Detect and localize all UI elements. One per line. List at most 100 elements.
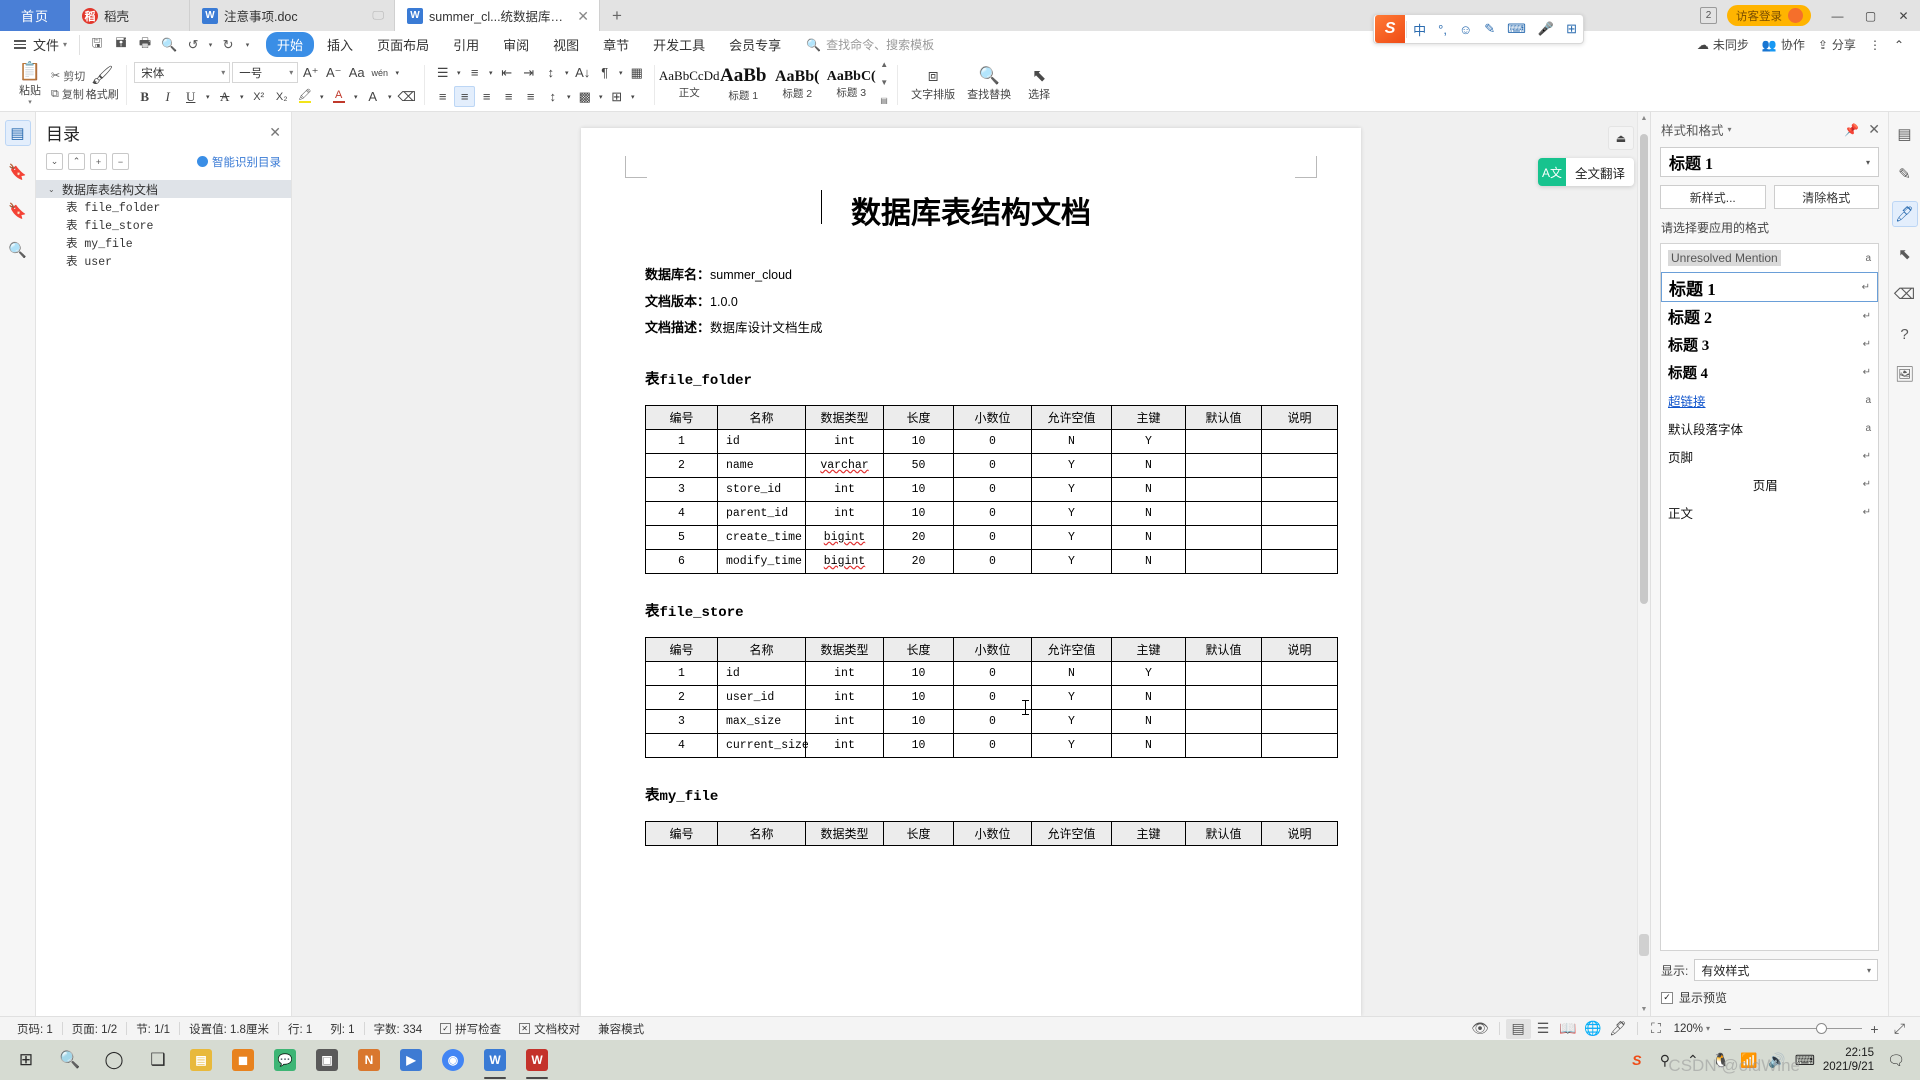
zoom-slider-knob[interactable] [1816,1023,1827,1034]
distribute-icon[interactable]: ≡ [520,86,541,107]
font-size-select[interactable]: 一号 ▾ [232,62,298,83]
fullscreen-icon[interactable]: ⛶ [1644,1019,1669,1039]
zoom-level-button[interactable]: 120% ▾ [1669,1023,1715,1035]
bookmark-nav-icon[interactable]: 🔖 [5,159,31,185]
document-scrollbar[interactable]: ▲ ▼ [1637,112,1650,1016]
sogou-tray-icon[interactable]: S [1623,1040,1651,1080]
tab-start[interactable]: 开始 [266,32,314,57]
taskbar-app-wechat[interactable]: 💬 [264,1040,306,1080]
chevron-up-icon[interactable]: ▲ [880,61,888,69]
style-body[interactable]: AaBbCcDd 正文 [662,61,716,109]
command-search[interactable]: 🔍 查找命令、搜索模板 [806,36,934,53]
new-tab-button[interactable]: + [600,0,634,31]
justify-icon[interactable]: ≡ [498,86,519,107]
scrollbar-page-marker[interactable] [1639,934,1649,956]
status-proofread[interactable]: ✕ 文档校对 [510,1021,589,1037]
text-layout-button[interactable]: ⧈ 文字排版 [905,68,961,102]
edit-tools-icon[interactable]: 🖊 [1892,201,1918,227]
tab-insert[interactable]: 插入 [316,32,364,57]
align-right-icon[interactable]: ≡ [476,86,497,107]
style-item-hyperlink[interactable]: 超链接 a [1661,386,1878,414]
style-item-heading-4[interactable]: 标题 4 ↵ [1661,358,1878,386]
style-heading3[interactable]: AaBbC( 标题 3 [824,61,878,109]
align-left-icon[interactable]: ≡ [432,86,453,107]
save-as-icon[interactable]: 🖬 [110,34,132,55]
chevron-down-icon[interactable]: ▾ [385,86,394,107]
help-icon[interactable]: ? [1892,321,1918,347]
bullets-icon[interactable]: ☰ [432,62,453,83]
increase-font-size-button[interactable]: A⁺ [300,62,321,83]
cortana-circle-icon[interactable]: ◯ [92,1040,136,1080]
zoom-out-button[interactable]: − [1715,1019,1740,1039]
tab-home[interactable]: 首页 [0,0,70,31]
expand-all-icon[interactable]: ⌄ [46,153,63,170]
ime-punctuation-icon[interactable]: °, [1432,15,1453,43]
badge-count[interactable]: 2 [1700,7,1717,24]
show-filter-select[interactable]: 有效样式 ▾ [1694,959,1878,981]
chevron-down-icon[interactable]: ▾ [203,86,212,107]
style-heading2[interactable]: AaBb( 标题 2 [770,61,824,109]
gallery-expand-icon[interactable]: ▤ [880,97,888,105]
tab-document-2[interactable]: W summer_cl...统数据库文档1.1 ✕ [395,0,600,31]
chevron-down-icon[interactable]: ▾ [351,86,360,107]
full-translate-button[interactable]: A文 全文翻译 [1538,158,1634,186]
pin-icon[interactable]: 📌 [1844,123,1859,137]
close-button[interactable]: ✕ [1887,0,1920,31]
collaborate-button[interactable]: 👥 协作 [1762,36,1805,53]
style-item-footer[interactable]: 页脚 ↵ [1661,442,1878,470]
format-painter-button[interactable]: 🖌 格式刷 [85,67,119,102]
chevron-down-icon[interactable]: ▾ [628,86,637,107]
show-marks-icon[interactable]: ¶ [594,62,615,83]
undo-dropdown-icon[interactable]: ▾ [206,34,215,55]
ime-keyboard-icon[interactable]: ⌨ [1501,15,1532,43]
chevron-down-icon[interactable]: ▾ [237,86,246,107]
line-spacing-2-icon[interactable]: ↕ [542,86,563,107]
favorites-icon[interactable]: 🔖 [5,198,31,224]
web-view-icon[interactable]: 🌐 [1581,1019,1606,1039]
pinyin-guide-button[interactable]: wén [369,62,390,83]
document-outline-icon[interactable]: ▤ [5,120,31,146]
outline-view-icon[interactable]: ☰ [1531,1019,1556,1039]
chevron-down-icon[interactable]: ▾ [454,62,463,83]
redo-icon[interactable]: ↻ [217,34,239,55]
sort-icon[interactable]: A↓ [572,62,593,83]
wifi-icon[interactable]: 📶 [1735,1040,1763,1080]
search-icon[interactable]: 🔍 [48,1040,92,1080]
taskbar-app-folder[interactable]: ▤ [180,1040,222,1080]
taskbar-app-navicat[interactable]: N [348,1040,390,1080]
show-preview-checkbox[interactable]: ✓ [1661,992,1673,1004]
people-icon[interactable]: ⚲ [1651,1040,1679,1080]
ime-handwriting-icon[interactable]: ✎ [1478,15,1501,43]
font-color-button[interactable]: A [328,86,349,107]
document-page[interactable]: 数据库表结构文档 数据库名：summer_cloud 文档版本：1.0.0 文档… [581,128,1361,1016]
taskbar-app-ide[interactable]: ▣ [306,1040,348,1080]
ime-tray-icon[interactable]: ⌨ [1791,1040,1819,1080]
file-menu-button[interactable]: 文件 ▾ [6,35,75,54]
tab-page-layout[interactable]: 页面布局 [366,32,440,57]
taskbar-clock[interactable]: 22:15 2021/9/21 [1819,1046,1882,1075]
tab-dev-tools[interactable]: 开发工具 [642,32,716,57]
style-item-body-text[interactable]: 正文 ↵ [1661,498,1878,526]
minimize-button[interactable]: — [1821,0,1854,31]
read-view-icon[interactable]: 📖 [1556,1019,1581,1039]
collapse-all-icon[interactable]: ⌃ [68,153,85,170]
taskbar-app-wps-doc[interactable]: W [474,1040,516,1080]
clear-format-button[interactable]: 清除格式 [1774,185,1880,209]
pen-icon[interactable]: ✎ [1892,161,1918,187]
ime-voice-icon[interactable]: 🎤 [1532,15,1560,43]
task-view-icon[interactable]: ❑ [136,1040,180,1080]
taskbar-app-chrome[interactable]: ◉ [432,1040,474,1080]
highlight-color-button[interactable]: 🖍 [294,86,315,107]
show-preview-row[interactable]: ✓ 显示预览 [1651,987,1888,1016]
status-spellcheck[interactable]: ✓ 拼写检查 [431,1021,510,1037]
select-button[interactable]: ⬉ 选择 [1017,68,1061,102]
close-icon[interactable]: ✕ [577,9,589,23]
style-heading1[interactable]: AaBb 标题 1 [716,61,770,109]
strikethrough-button[interactable]: A [214,86,235,107]
sync-status-button[interactable]: ☁ 未同步 [1697,36,1749,53]
eraser-icon[interactable]: ⌫ [1892,281,1918,307]
change-case-button[interactable]: Aa [346,62,367,83]
qat-more-icon[interactable]: ▾ [241,34,254,55]
close-icon[interactable]: ✕ [1868,121,1880,138]
decrease-font-size-button[interactable]: A⁻ [323,62,344,83]
